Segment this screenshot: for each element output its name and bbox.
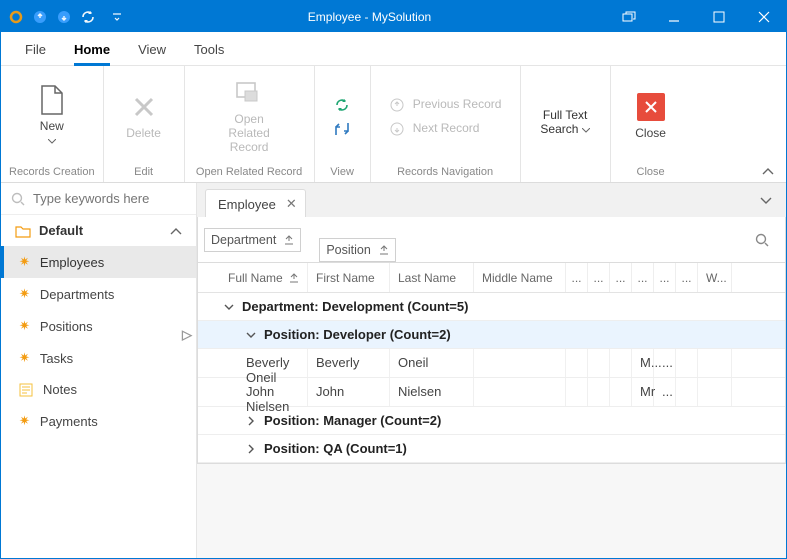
- reset-view-icon: [334, 121, 350, 137]
- data-row[interactable]: John Nielsen John Nielsen Mr ...: [198, 378, 785, 407]
- new-file-icon: [38, 86, 66, 114]
- nav-group-default[interactable]: Default: [1, 214, 196, 246]
- menu-tools[interactable]: Tools: [180, 32, 238, 65]
- window-title: Employee - MySolution: [133, 10, 606, 24]
- group-chip-department[interactable]: Department: [204, 228, 301, 252]
- ribbon: New Records Creation Delete Edit Open Re…: [1, 66, 786, 183]
- employees-grid: Full Name First Name Last Name Middle Na…: [197, 263, 786, 464]
- columns-header: Full Name First Name Last Name Middle Na…: [198, 263, 785, 293]
- nav-item-tasks[interactable]: ✷Tasks: [1, 342, 196, 374]
- view-refresh-button[interactable]: [334, 97, 350, 113]
- close-view-icon: [637, 93, 665, 121]
- nav-item-positions[interactable]: ✷Positions: [1, 310, 196, 342]
- chevron-right-icon: [246, 416, 256, 426]
- menu-home[interactable]: Home: [60, 32, 124, 65]
- view-reset-button[interactable]: [334, 121, 350, 137]
- minimize-button[interactable]: [651, 1, 696, 32]
- group-chip-position[interactable]: Position: [319, 238, 395, 262]
- ribbon-group-records-creation: Records Creation: [9, 162, 95, 180]
- open-related-icon: [235, 79, 263, 107]
- collapse-ribbon-icon[interactable]: [762, 166, 774, 176]
- group-row-position-qa[interactable]: Position: QA (Count=1): [198, 435, 785, 463]
- close-view-button[interactable]: Close: [619, 93, 683, 141]
- data-row[interactable]: Beverly Oneil Beverly Oneil M... ...: [198, 349, 785, 378]
- tab-employee[interactable]: Employee ✕: [205, 189, 306, 217]
- nav-search-input[interactable]: [33, 191, 186, 206]
- chevron-down-icon: [246, 330, 256, 340]
- chevron-down-icon: [224, 302, 234, 312]
- tab-label: Employee: [218, 197, 276, 212]
- column-middle-name[interactable]: Middle Name: [474, 263, 566, 292]
- column-ellipsis-1[interactable]: ...: [566, 263, 588, 292]
- gear-icon: ✷: [19, 350, 30, 366]
- refresh-icon[interactable]: [77, 6, 99, 28]
- tab-close-icon[interactable]: ✕: [286, 196, 297, 212]
- column-ellipsis-6[interactable]: ...: [676, 263, 698, 292]
- menu-file[interactable]: File: [11, 32, 60, 65]
- qa-icon-2[interactable]: [53, 6, 75, 28]
- gear-icon: ✷: [19, 413, 30, 429]
- previous-record-button: Previous Record: [389, 97, 502, 113]
- ribbon-group-open-related: Open Related Record: [196, 162, 302, 180]
- gear-icon: ✷: [19, 318, 30, 334]
- nav-item-payments[interactable]: ✷Payments: [1, 405, 196, 437]
- titlebar: Employee - MySolution: [1, 1, 786, 32]
- column-first-name[interactable]: First Name: [308, 263, 390, 292]
- close-button[interactable]: [741, 1, 786, 32]
- next-record-button: Next Record: [389, 121, 480, 137]
- gear-icon[interactable]: [5, 6, 27, 28]
- column-ellipsis-3[interactable]: ...: [610, 263, 632, 292]
- ribbon-group-view: View: [330, 162, 354, 180]
- column-ellipsis-4[interactable]: ...: [632, 263, 654, 292]
- ribbon-group-edit: Edit: [134, 162, 153, 180]
- next-record-icon: [389, 121, 405, 137]
- grid-search-icon[interactable]: [755, 233, 779, 247]
- folder-icon: [15, 224, 31, 238]
- nav-item-notes[interactable]: Notes: [1, 374, 196, 405]
- focus-indicator-icon: ▷: [182, 327, 192, 343]
- restore-icon[interactable]: [606, 1, 651, 32]
- gear-icon: ✷: [19, 254, 30, 270]
- nav-pane: Default ✷Employees ✷Departments ✷Positio…: [1, 183, 197, 558]
- ribbon-group-close: Close: [637, 162, 665, 180]
- new-button[interactable]: New: [20, 86, 84, 148]
- delete-button: Delete: [112, 93, 176, 141]
- tab-strip: Employee ✕: [197, 183, 786, 217]
- column-last-name[interactable]: Last Name: [390, 263, 474, 292]
- group-row-position-developer[interactable]: Position: Developer (Count=2) ▷: [198, 321, 785, 349]
- prev-record-icon: [389, 97, 405, 113]
- maximize-button[interactable]: [696, 1, 741, 32]
- nav-item-departments[interactable]: ✷Departments: [1, 278, 196, 310]
- search-icon: [11, 192, 25, 206]
- menu-bar: File Home View Tools: [1, 32, 786, 66]
- group-by-panel[interactable]: Department Position: [197, 217, 786, 263]
- gear-icon: ✷: [19, 286, 30, 302]
- chevron-right-icon: [246, 444, 256, 454]
- column-w[interactable]: W...: [698, 263, 732, 292]
- chevron-up-icon: [170, 226, 182, 236]
- delete-icon: [130, 93, 158, 121]
- column-ellipsis-2[interactable]: ...: [588, 263, 610, 292]
- refresh-small-icon: [334, 97, 350, 113]
- ribbon-group-nav: Records Navigation: [397, 162, 493, 180]
- column-ellipsis-5[interactable]: ...: [654, 263, 676, 292]
- nav-search[interactable]: [1, 183, 196, 214]
- collapse-tabs-icon[interactable]: [760, 195, 778, 205]
- nav-item-employees[interactable]: ✷Employees: [1, 246, 196, 278]
- menu-view[interactable]: View: [124, 32, 180, 65]
- full-text-search-button[interactable]: Full Text Search: [533, 109, 597, 137]
- open-related-record-button: Open Related Record: [217, 79, 281, 154]
- qa-customize-icon[interactable]: [101, 6, 133, 28]
- quick-access-toolbar: [1, 6, 133, 28]
- column-full-name[interactable]: Full Name: [198, 263, 308, 292]
- group-row-department[interactable]: Department: Development (Count=5): [198, 293, 785, 321]
- column-spacer: [732, 263, 785, 292]
- qa-icon-1[interactable]: [29, 6, 51, 28]
- notes-icon: [19, 383, 33, 397]
